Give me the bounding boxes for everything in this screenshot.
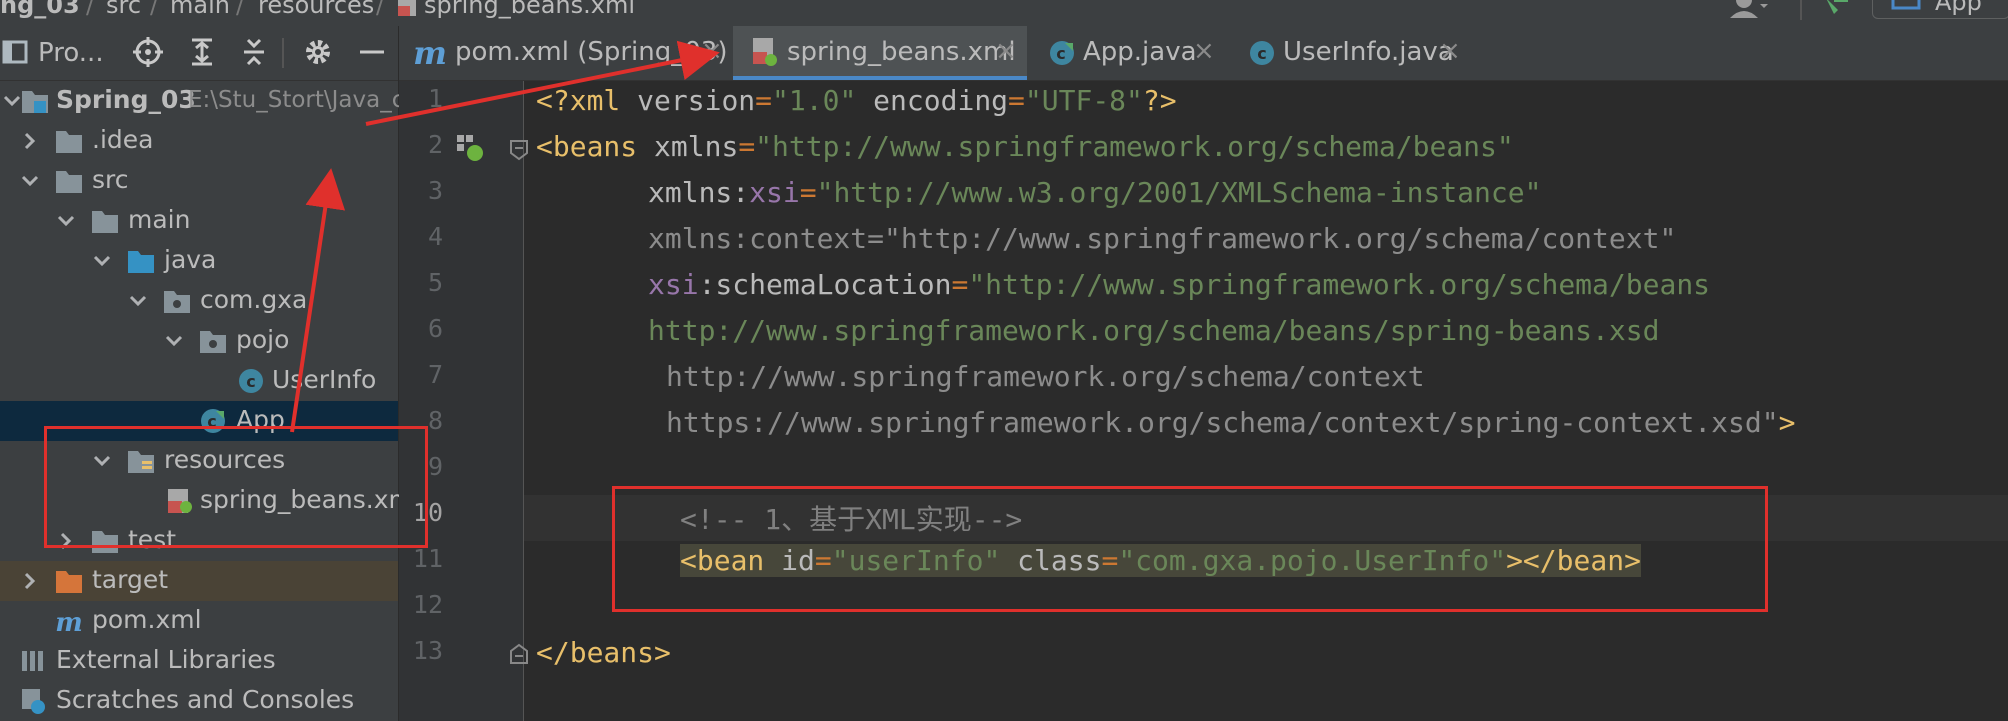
annotation-arrows [290,40,720,433]
annotation-arrow-up [290,168,346,433]
annotation-arrow-to-tab [365,40,720,126]
